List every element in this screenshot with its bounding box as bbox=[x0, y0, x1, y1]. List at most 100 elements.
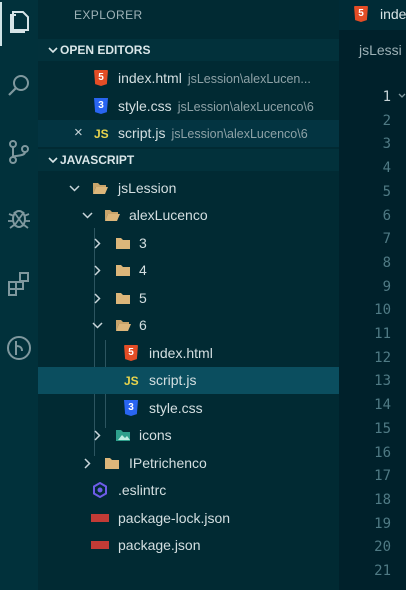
chevron-right-icon bbox=[84, 458, 91, 469]
tree-item-label: 6 bbox=[139, 317, 147, 333]
editor-area[interactable]: 5 index jsLessi 123456789101112131415161… bbox=[339, 0, 406, 590]
activity-bar bbox=[0, 0, 38, 590]
eslint-icon bbox=[93, 482, 107, 498]
css-file-icon: 3 bbox=[94, 98, 110, 114]
chevron-right-icon bbox=[94, 293, 101, 304]
file-path: jsLession\alexLucen... bbox=[187, 72, 311, 86]
open-editors-section-header[interactable]: OPEN EDITORS bbox=[38, 39, 339, 61]
folder-open-icon bbox=[116, 320, 131, 331]
js-file-icon: JS bbox=[124, 374, 139, 388]
chevron-down-icon bbox=[82, 212, 93, 219]
tree-item-label: 5 bbox=[139, 290, 147, 306]
chevron-down-icon bbox=[92, 322, 103, 329]
folder-icon bbox=[116, 238, 130, 249]
line-number: 6 bbox=[382, 207, 391, 224]
line-number: 10 bbox=[374, 302, 391, 319]
explorer-files-icon[interactable] bbox=[5, 8, 33, 36]
line-number: 17 bbox=[374, 468, 391, 485]
javascript-folder-section-header[interactable]: JAVASCRIPT bbox=[38, 149, 339, 171]
tab-label: index bbox=[380, 6, 406, 22]
open-editor-script-js[interactable]: × JS script.js jsLession\alexLucenco\6 bbox=[38, 120, 339, 147]
tree-folder-IPetrichenco[interactable]: IPetrichenco bbox=[38, 450, 339, 477]
html-file-icon: 5 bbox=[354, 6, 368, 22]
tree-file-package-lock-json[interactable]: package-lock.json bbox=[38, 505, 339, 532]
file-path: jsLession\alexLucenco\6 bbox=[171, 127, 308, 141]
line-number: 7 bbox=[382, 231, 391, 248]
tree-item-label: jsLession bbox=[118, 180, 177, 196]
chevron-right-icon bbox=[94, 238, 101, 249]
line-number: 20 bbox=[374, 539, 391, 556]
chevron-down-icon bbox=[48, 157, 58, 164]
tree-item-label: IPetrichenco bbox=[129, 455, 207, 471]
file-path: jsLession\alexLucenco\6 bbox=[177, 100, 314, 114]
tree-folder-alexLucenco[interactable]: alexLucenco bbox=[38, 202, 339, 229]
file-name: style.css bbox=[118, 98, 172, 114]
tree-item-label: style.css bbox=[149, 400, 203, 416]
js-file-icon: JS bbox=[94, 127, 109, 141]
tree-item-label: 3 bbox=[139, 235, 147, 251]
chevron-down-icon bbox=[48, 47, 58, 54]
line-number: 16 bbox=[374, 444, 391, 461]
npm-icon bbox=[91, 537, 109, 553]
tree-file-index-html[interactable]: 5 index.html bbox=[38, 340, 339, 367]
chevron-down-icon bbox=[69, 185, 80, 192]
line-number: 12 bbox=[374, 349, 391, 366]
tree-folder-4[interactable]: 4 bbox=[38, 257, 339, 284]
fold-chevron-icon[interactable] bbox=[397, 91, 406, 101]
active-view-indicator bbox=[0, 2, 2, 46]
source-control-icon[interactable] bbox=[5, 138, 33, 166]
tree-folder-3[interactable]: 3 bbox=[38, 230, 339, 257]
tree-folder-5[interactable]: 5 bbox=[38, 285, 339, 312]
debug-icon[interactable] bbox=[5, 204, 33, 232]
folder-icon bbox=[116, 293, 130, 304]
search-icon[interactable] bbox=[5, 72, 33, 100]
line-number: 8 bbox=[382, 254, 391, 271]
tree-item-label: package.json bbox=[118, 537, 201, 553]
line-number: 15 bbox=[374, 420, 391, 437]
extensions-icon[interactable] bbox=[5, 270, 33, 298]
line-number: 5 bbox=[382, 183, 391, 200]
folder-open-icon bbox=[105, 210, 120, 221]
tree-folder-icons[interactable]: icons bbox=[38, 422, 339, 449]
breadcrumb[interactable]: jsLessi bbox=[359, 42, 402, 58]
line-number: 3 bbox=[382, 136, 391, 153]
tree-item-label: icons bbox=[139, 427, 172, 443]
html-file-icon: 5 bbox=[124, 345, 140, 361]
folder-icon bbox=[105, 458, 119, 469]
section-label: JAVASCRIPT bbox=[60, 153, 135, 167]
tree-file-script-js[interactable]: JS script.js bbox=[38, 367, 339, 394]
chevron-right-icon bbox=[94, 265, 101, 276]
image-folder-icon bbox=[116, 430, 130, 441]
folder-open-icon bbox=[93, 183, 108, 194]
file-name: script.js bbox=[118, 125, 166, 141]
line-number: 21 bbox=[374, 563, 391, 579]
tree-folder-6[interactable]: 6 bbox=[38, 312, 339, 339]
explorer-title: EXPLORER bbox=[74, 8, 143, 22]
line-number: 18 bbox=[374, 491, 391, 508]
line-number: 9 bbox=[382, 278, 391, 295]
line-number: 11 bbox=[374, 326, 391, 342]
tree-folder-jsLession[interactable]: jsLession bbox=[38, 175, 339, 202]
html-file-icon: 5 bbox=[94, 70, 110, 86]
tree-item-label: 4 bbox=[139, 262, 147, 278]
git-graph-icon[interactable] bbox=[5, 334, 33, 362]
editor-tab-index-html[interactable]: 5 index bbox=[339, 0, 406, 30]
line-number: 4 bbox=[382, 160, 391, 177]
close-editor-button[interactable]: × bbox=[74, 124, 83, 141]
tree-item-label: package-lock.json bbox=[118, 510, 231, 526]
tree-item-label: alexLucenco bbox=[129, 207, 208, 223]
line-number: 14 bbox=[374, 397, 391, 414]
tree-item-label: index.html bbox=[149, 345, 213, 361]
tree-file-package-json[interactable]: package.json bbox=[38, 532, 339, 559]
tree-file-eslintrc[interactable]: .eslintrc bbox=[38, 477, 339, 504]
tree-item-label: script.js bbox=[149, 372, 197, 388]
line-number: 1 bbox=[382, 89, 391, 105]
file-name: index.html bbox=[118, 70, 182, 86]
line-number: 2 bbox=[382, 112, 391, 129]
tree-file-style-css[interactable]: 3 style.css bbox=[38, 395, 339, 422]
open-editor-index-html[interactable]: 5 index.html jsLession\alexLucen... bbox=[38, 65, 339, 92]
css-file-icon: 3 bbox=[124, 400, 140, 416]
tree-item-label: .eslintrc bbox=[118, 482, 167, 498]
chevron-right-icon bbox=[94, 430, 101, 441]
open-editor-style-css[interactable]: 3 style.css jsLession\alexLucenco\6 bbox=[38, 93, 339, 120]
